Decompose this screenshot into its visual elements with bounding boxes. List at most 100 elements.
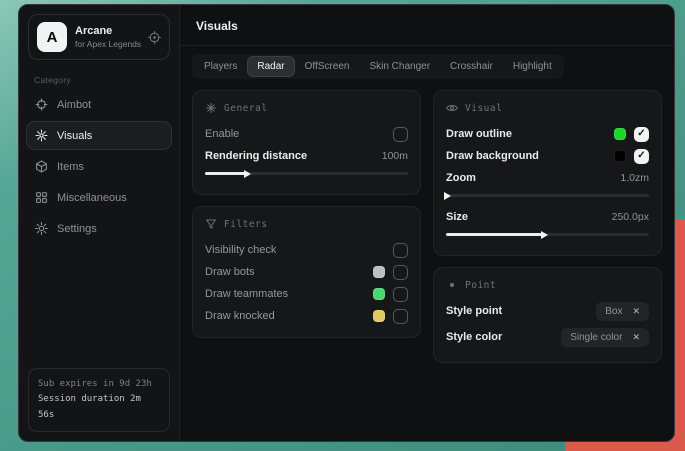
eye-icon	[446, 102, 458, 114]
sidebar-item-label: Visuals	[57, 130, 92, 142]
setting-row: Zoom 1.0zm	[446, 167, 649, 189]
color-swatch[interactable]	[614, 150, 626, 162]
main-area: Visuals PlayersRadarOffScreenSkin Change…	[180, 5, 674, 441]
panel-filters: Filters Visibility check Draw bots Draw tea…	[192, 206, 421, 338]
checkbox[interactable]	[393, 309, 408, 324]
checkbox[interactable]: ✓	[634, 149, 649, 164]
close-icon[interactable]: ✕	[632, 306, 640, 317]
target-icon[interactable]	[148, 31, 161, 44]
sidebar-nav: Aimbot Visuals Items Miscellaneous Settings	[19, 90, 179, 243]
slider-fill	[205, 172, 246, 175]
sidebar-item-label: Miscellaneous	[57, 192, 127, 204]
tab-players[interactable]: Players	[195, 57, 246, 76]
sidebar-item-label: Aimbot	[57, 99, 91, 111]
sidebar-item-aimbot[interactable]: Aimbot	[26, 90, 172, 119]
setting-label: Style point	[446, 305, 502, 317]
checkbox[interactable]: ✓	[634, 127, 649, 142]
panel-header: Filters	[205, 218, 408, 230]
chip-value: Box	[605, 306, 622, 317]
panel-header: Visual	[446, 102, 649, 114]
panel-visual: Visual Draw outline✓Draw background✓ Zoom 1…	[433, 90, 662, 256]
app-logo: A	[37, 22, 67, 52]
slider-track[interactable]	[205, 172, 408, 175]
slider-thumb[interactable]	[444, 192, 451, 200]
slider-track[interactable]	[446, 233, 649, 236]
sidebar-item-miscellaneous[interactable]: Miscellaneous	[26, 183, 172, 212]
checkbox[interactable]	[393, 127, 408, 142]
setting-row: Draw outline✓	[446, 123, 649, 145]
app-window: A Arcane for Apex Legends Category Aimbo…	[18, 4, 675, 442]
checkbox[interactable]	[393, 265, 408, 280]
chip-value: Single color	[570, 332, 622, 343]
setting-label: Draw teammates	[205, 288, 288, 300]
close-icon[interactable]: ✕	[632, 332, 640, 343]
color-swatch[interactable]	[614, 128, 626, 140]
checkbox[interactable]	[393, 287, 408, 302]
tab-offscreen[interactable]: OffScreen	[296, 57, 359, 76]
sidebar-item-settings[interactable]: Settings	[26, 214, 172, 243]
panel-header: General	[205, 102, 408, 114]
app-name: Arcane	[75, 25, 140, 37]
checkbox[interactable]	[393, 243, 408, 258]
sidebar-item-label: Settings	[57, 223, 97, 235]
select-chip[interactable]: Box ✕	[596, 302, 649, 321]
sidebar-item-label: Items	[57, 161, 84, 173]
setting-row: Draw bots	[205, 261, 408, 283]
setting-row: Rendering distance 100m	[205, 145, 408, 167]
tab-bar: PlayersRadarOffScreenSkin ChangerCrossha…	[192, 54, 564, 79]
setting-row: Visibility check	[205, 239, 408, 261]
select-chip[interactable]: Single color ✕	[561, 328, 649, 347]
right-column: Visual Draw outline✓Draw background✓ Zoom 1…	[433, 90, 662, 363]
panel-general: General Enable Rendering distance 100m	[192, 90, 421, 195]
panel-title: Point	[465, 280, 496, 291]
point-icon	[446, 279, 458, 291]
funnel-icon	[205, 218, 217, 230]
setting-value: 100m	[382, 150, 408, 162]
setting-value: 1.0zm	[620, 172, 649, 184]
color-swatch[interactable]	[373, 288, 385, 300]
sidebar-header: A Arcane for Apex Legends	[28, 14, 170, 60]
setting-row: Style point Box ✕	[446, 300, 649, 322]
setting-row: Size250.0px	[446, 206, 649, 228]
setting-row: Style colorSingle color✕	[446, 326, 649, 348]
tab-highlight[interactable]: Highlight	[504, 57, 561, 76]
setting-label: Draw bots	[205, 266, 255, 278]
setting-value: 250.0px	[612, 211, 649, 223]
sidebar-item-visuals[interactable]: Visuals	[26, 121, 172, 150]
setting-label: Zoom	[446, 172, 476, 184]
setting-label: Draw knocked	[205, 310, 275, 322]
content: PlayersRadarOffScreenSkin ChangerCrossha…	[180, 46, 674, 441]
slider-track[interactable]	[446, 194, 649, 197]
setting-label: Visibility check	[205, 244, 276, 256]
setting-row: Draw background✓	[446, 145, 649, 167]
app-subtitle: for Apex Legends	[75, 39, 140, 49]
tab-radar[interactable]: Radar	[248, 57, 293, 76]
page-title: Visuals	[196, 19, 238, 33]
left-column: General Enable Rendering distance 100m Filte…	[192, 90, 421, 338]
panel-columns: General Enable Rendering distance 100m Filte…	[192, 90, 662, 363]
grid-icon	[35, 191, 48, 204]
color-swatch[interactable]	[373, 266, 385, 278]
sub-expires-text: Sub expires in 9d 23h	[38, 377, 160, 392]
panel-title: Visual	[465, 103, 502, 114]
slider-fill	[446, 233, 543, 236]
cube-icon	[35, 160, 48, 173]
setting-row: Draw teammates	[205, 283, 408, 305]
setting-label: Rendering distance	[205, 150, 307, 162]
subscription-info: Sub expires in 9d 23h Session duration 2…	[28, 368, 170, 432]
panel-title: Filters	[224, 219, 268, 230]
sparkle-icon	[205, 102, 217, 114]
main-header: Visuals	[180, 5, 674, 46]
tab-crosshair[interactable]: Crosshair	[441, 57, 502, 76]
session-duration-text: Session duration 2m 56s	[38, 392, 160, 423]
slider-thumb[interactable]	[244, 170, 251, 178]
setting-row: Draw knocked	[205, 305, 408, 327]
setting-row: Enable	[205, 123, 408, 145]
panel-header: Point	[446, 279, 649, 291]
crosshair-icon	[35, 98, 48, 111]
sidebar-item-items[interactable]: Items	[26, 152, 172, 181]
radar-eye-icon	[35, 129, 48, 142]
tab-skin-changer[interactable]: Skin Changer	[360, 57, 439, 76]
slider-thumb[interactable]	[541, 231, 548, 239]
color-swatch[interactable]	[373, 310, 385, 322]
